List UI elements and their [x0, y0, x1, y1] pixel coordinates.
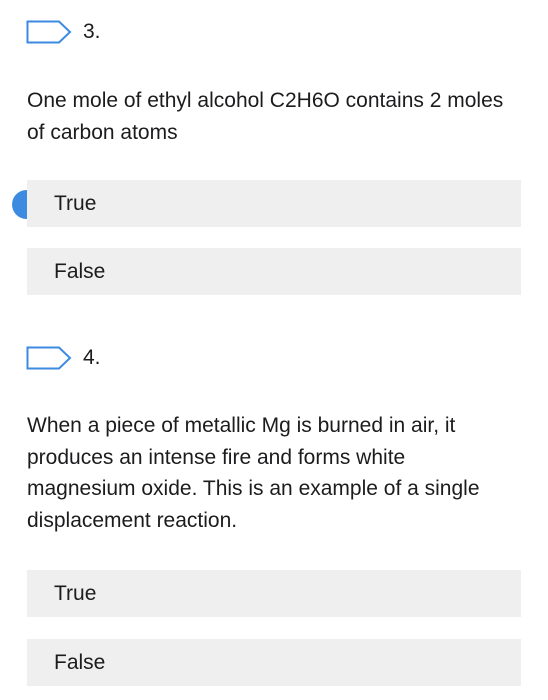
- option-true[interactable]: True: [27, 570, 521, 617]
- option-label: False: [54, 259, 106, 283]
- question-number: 4.: [83, 346, 101, 369]
- option-label: True: [54, 191, 97, 215]
- option-label: True: [54, 581, 97, 605]
- question-text: One mole of ethyl alcohol C2H6O contains…: [27, 89, 504, 144]
- option-false[interactable]: False: [27, 639, 521, 686]
- option-true[interactable]: True: [27, 180, 521, 227]
- question-number: 3.: [83, 20, 101, 43]
- flag-question-icon[interactable]: [26, 346, 72, 370]
- option-label: False: [54, 650, 106, 674]
- question-header: 4.: [26, 345, 101, 371]
- option-false[interactable]: False: [27, 248, 521, 295]
- flag-question-icon[interactable]: [26, 20, 72, 44]
- question-text: When a piece of metallic Mg is burned in…: [27, 414, 480, 532]
- question-header: 3.: [26, 19, 101, 45]
